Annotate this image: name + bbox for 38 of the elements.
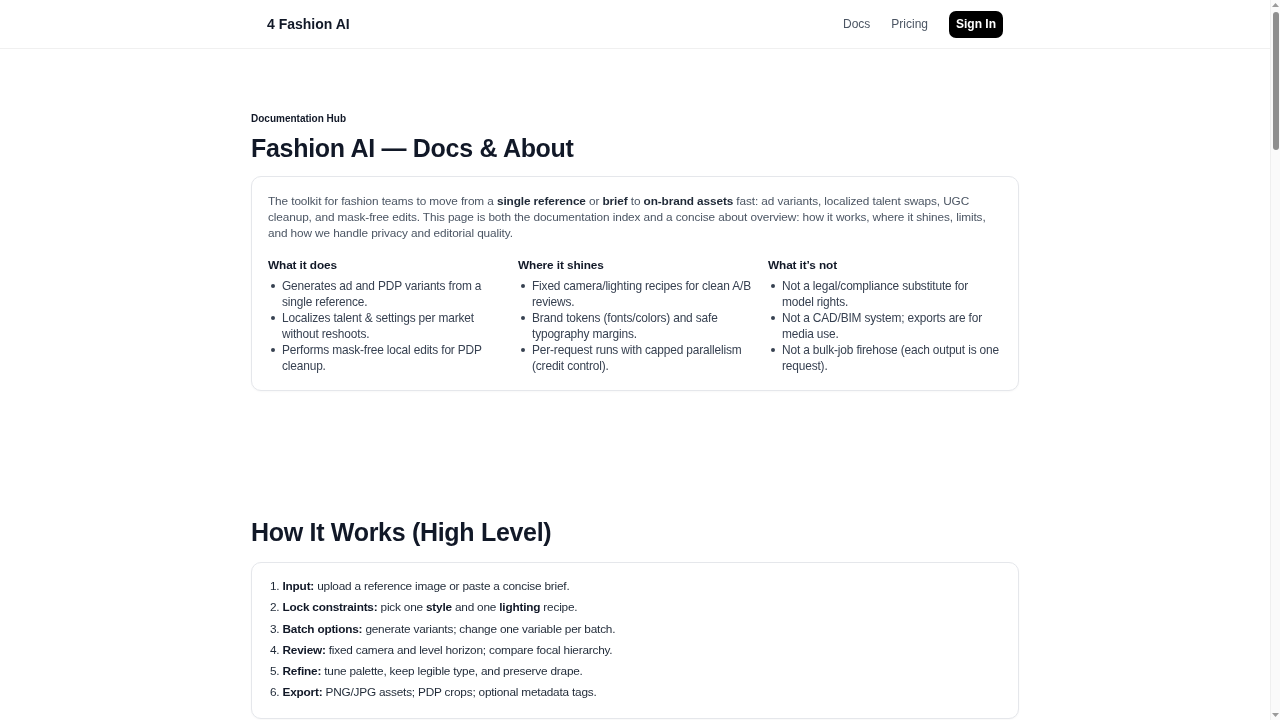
list-item-text: Performs mask-free local edits for PDP cleanup. [282,342,483,374]
bullet-icon [521,348,525,352]
logo-link[interactable]: 4 Fashion AI [267,16,350,32]
bullet-icon [771,284,775,288]
list-item-text: Generates ad and PDP variants from a single reference. [282,278,483,310]
list-item-text: Localizes talent & settings per market without reshoots. [282,310,475,342]
sign-in-button[interactable]: Sign In [949,10,1003,38]
step-text: 4. Review: fixed camera and level horizon; compare focal hierarchy. [270,641,614,659]
bullet-icon [271,316,275,320]
bullet-icon [271,348,275,352]
list-item-text: Per-request runs with capped parallelism (credit control). [532,342,743,374]
scroll-down-icon[interactable] [1272,713,1279,717]
column-heading: Where it shines [518,257,605,273]
list-item-text: Fixed camera/lighting recipes for clean A/B reviews. [532,278,752,310]
column-heading: What it does [268,257,338,273]
step-text: 5. Refine: tune palette, keep legible type, and preserve drape. [270,663,584,681]
bullet-icon [521,316,525,320]
section-title: How It Works (High Level) [251,517,553,548]
scrollbar-thumb[interactable] [1272,12,1279,150]
list-item-text: Not a legal/compliance substitute for model rights. [782,278,970,310]
list-item-text: Not a bulk-job firehose (each output is one request). [782,342,1000,374]
step-text: 2. Lock constraints: pick one style and one lighting recipe. [270,599,579,617]
step-text: 1. Input: upload a reference image or paste a concise brief. [270,578,571,595]
step-text: 3. Batch options: generate variants; change one variable per batch. [270,620,617,638]
bullet-icon [771,348,775,352]
page-title: Fashion AI — Docs & About [251,133,575,164]
step-text: 6. Export: PNG/JPG assets; PDP crops; optional metadata tags. [270,684,598,702]
scroll-up-icon[interactable] [1272,3,1279,7]
intro-paragraph: The toolkit for fashion teams to move from a single reference or brief to on-brand assets fast: ad variants, localized talent swaps, UGC cleanup, and mask-free edits. This page is both the documentation index and a concise about overview: how it works, where it shines, limits, and how we handle privacy and editorial quality. [268,193,987,241]
nav-link[interactable]: Docs [842,17,871,31]
bullet-icon [771,316,775,320]
bullet-icon [521,284,525,288]
bullet-icon [271,284,275,288]
eyebrow-label: Documentation Hub [251,112,347,126]
list-item-text: Brand tokens (fonts/colors) and safe typography margins. [532,310,719,342]
nav-link[interactable]: Pricing [891,17,928,31]
list-item-text: Not a CAD/BIM system; exports are for media use. [782,310,983,342]
column-heading: What it’s not [768,257,839,273]
